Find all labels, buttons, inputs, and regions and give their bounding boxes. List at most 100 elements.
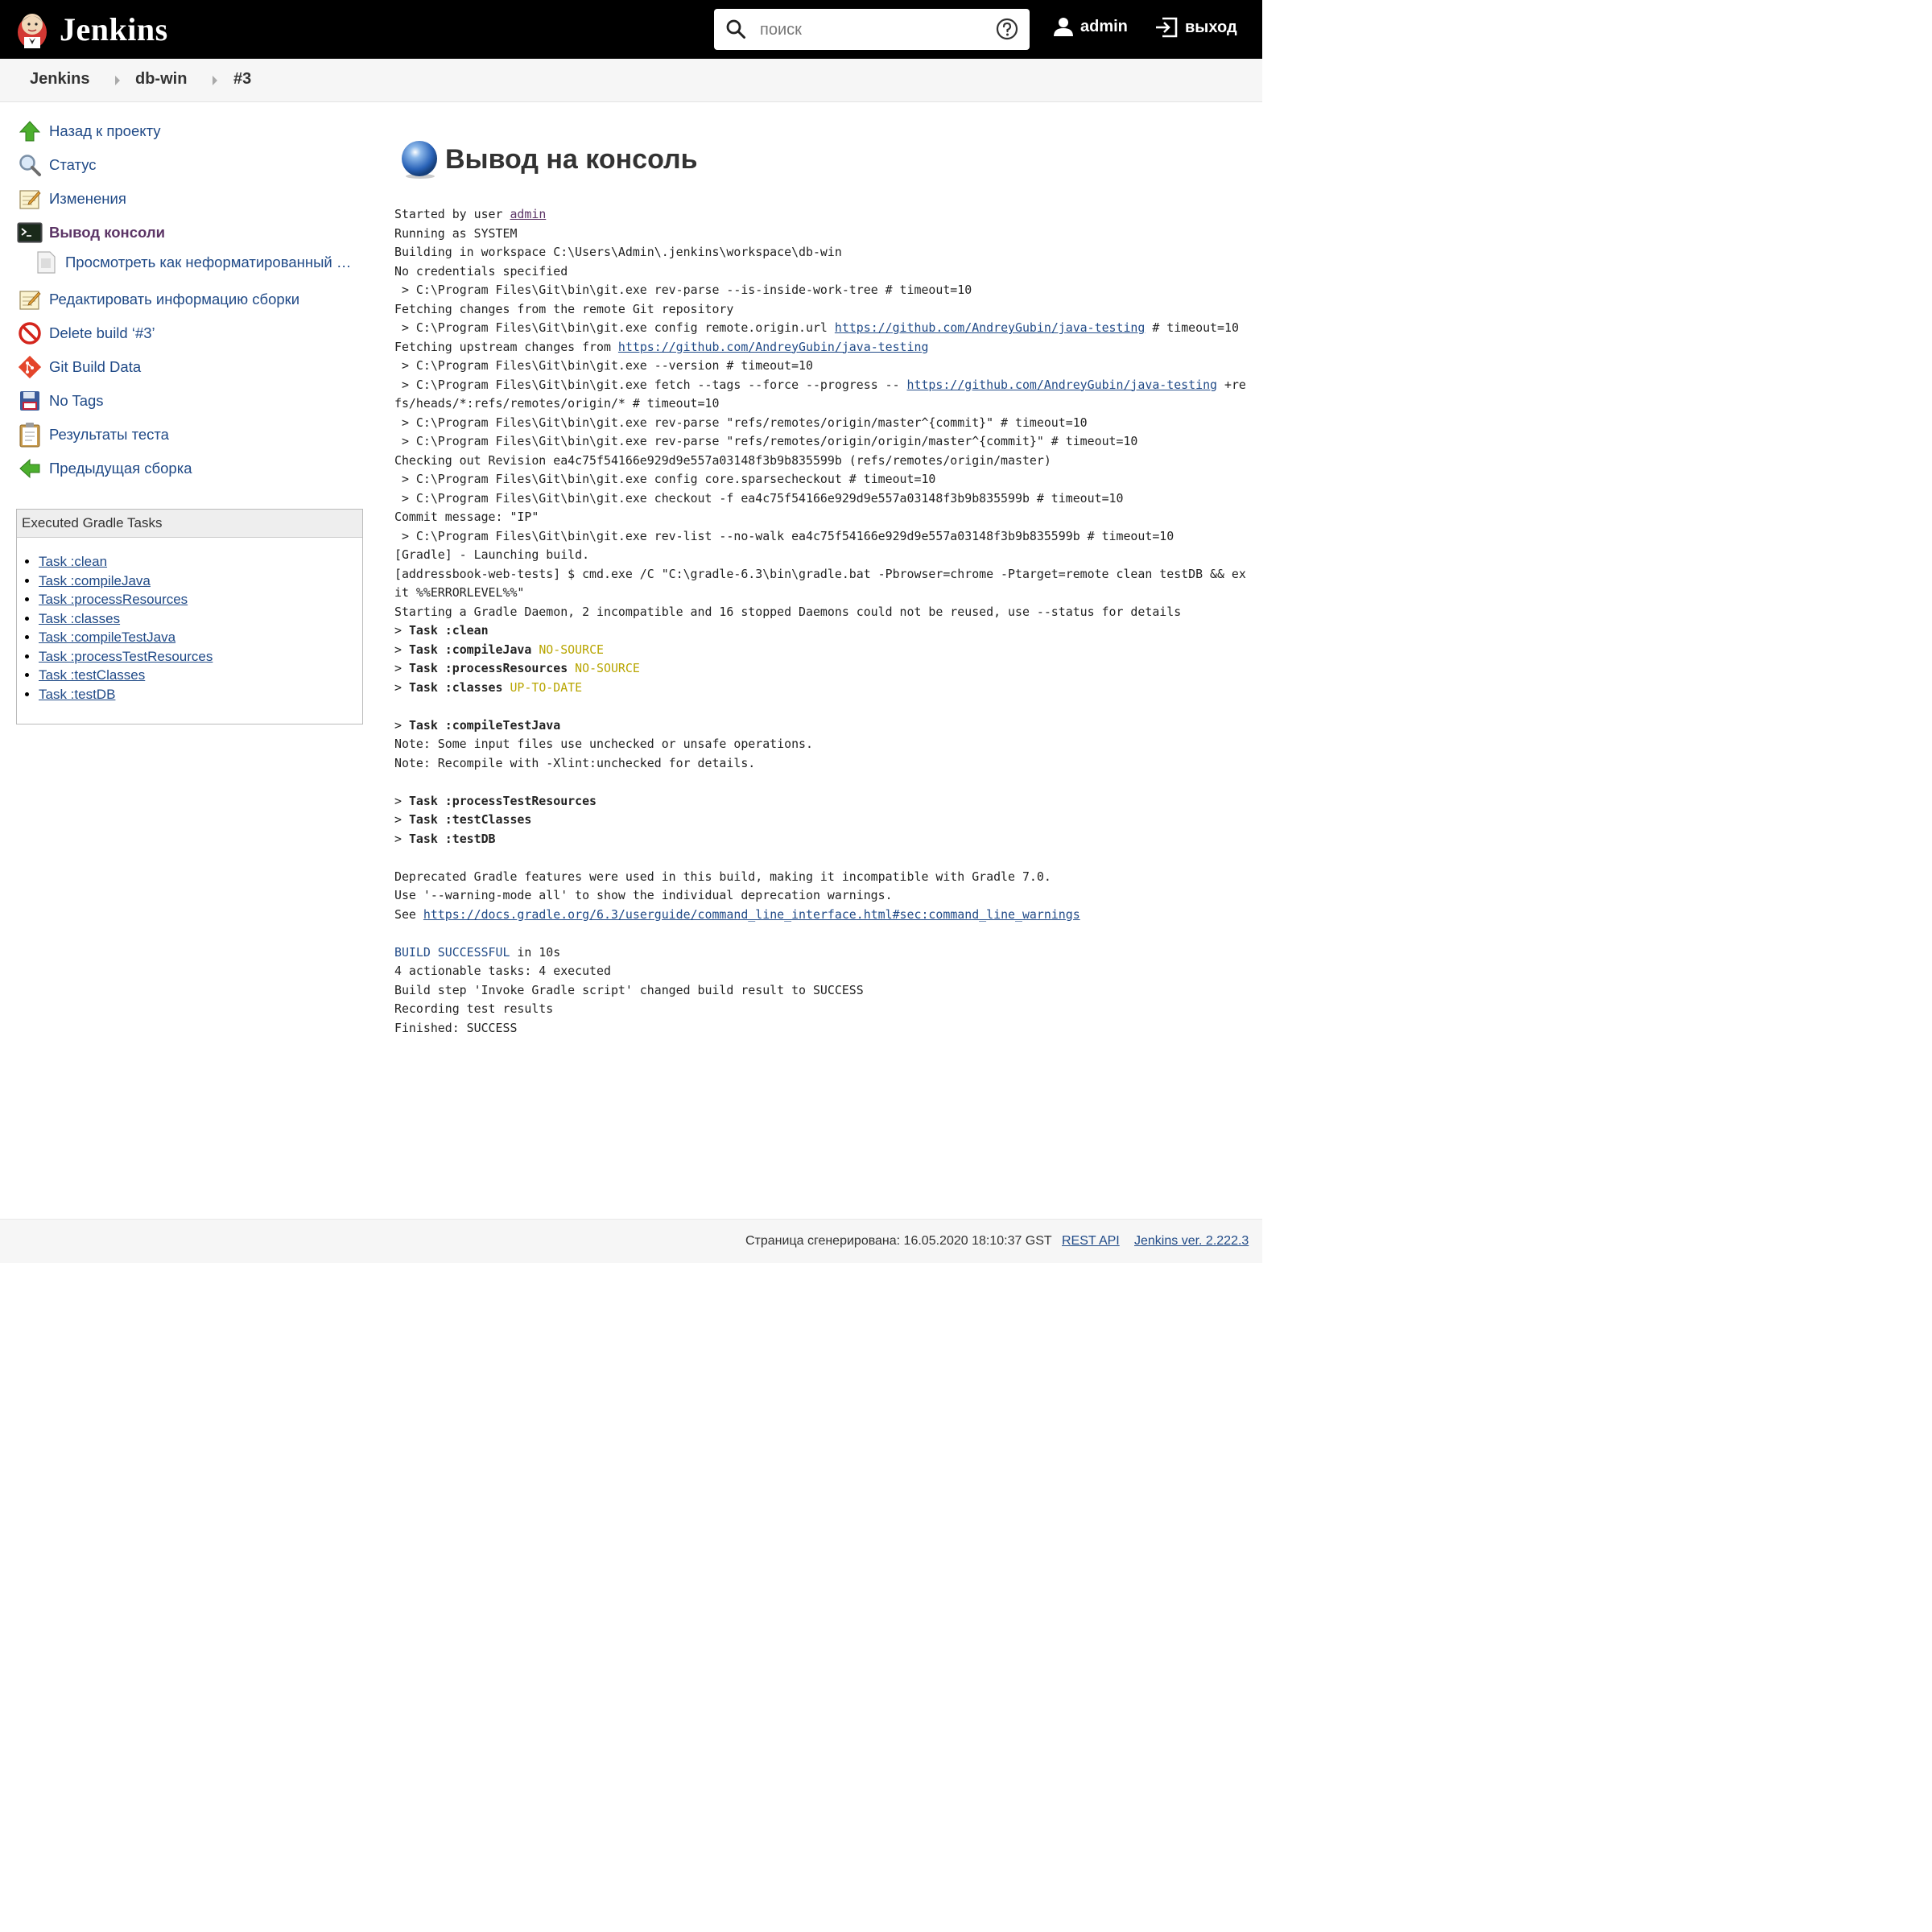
gradle-task-link[interactable]: Task :compileTestJava — [39, 630, 175, 645]
user-name: admin — [1080, 17, 1128, 35]
console-line: [addressbook-web-tests] $ cmd.exe /C "C:… — [394, 567, 1246, 601]
gradle-task-link[interactable]: Task :testDB — [39, 687, 115, 702]
search-input[interactable] — [758, 17, 979, 43]
console-text: [addressbook-web-tests] $ cmd.exe /C "C:… — [394, 566, 1246, 601]
console-user-link[interactable]: admin — [510, 207, 546, 221]
list-item: Task :clean — [39, 552, 362, 572]
sidebar-item-edit-build-info[interactable]: Редактировать информацию сборки — [16, 285, 299, 314]
console-line: See https://docs.gradle.org/6.3/userguid… — [394, 907, 1080, 922]
jenkins-logo[interactable]: Jenkins — [14, 8, 168, 50]
sidebar-item-status[interactable]: Статус — [16, 151, 96, 180]
gradle-task-link[interactable]: Task :testClasses — [39, 667, 145, 683]
console-text: Fetching upstream changes from — [394, 339, 618, 354]
console-text: Use '--warning-mode all' to show the ind… — [394, 888, 893, 902]
rest-api-link[interactable]: REST API — [1062, 1234, 1120, 1249]
sidebar-item-console-output[interactable]: Вывод консоли — [16, 218, 165, 247]
gradle-tasks-panel: Executed Gradle Tasks Task :clean Task :… — [16, 509, 363, 724]
sidebar-item-label: Delete build ‘#3’ — [49, 324, 155, 341]
sidebar-item-label: Редактировать информацию сборки — [49, 291, 300, 308]
gradle-task-link[interactable]: Task :classes — [39, 611, 120, 626]
console-line: > Task :compileTestJava — [394, 718, 560, 733]
console-task-status: NO-SOURCE — [539, 642, 604, 657]
console-text: Starting a Gradle Daemon, 2 incompatible… — [394, 604, 1182, 619]
console-text: > — [394, 642, 409, 657]
notepad-icon — [16, 185, 43, 213]
breadcrumb-separator-icon — [213, 76, 217, 85]
sidebar-item-label: Git Build Data — [49, 358, 142, 375]
list-item: Task :processResources — [39, 590, 362, 609]
no-entry-icon — [16, 320, 43, 347]
console-text: See — [394, 906, 423, 922]
console-output: Started by user admin Running as SYSTEM … — [394, 205, 1248, 1038]
sidebar-item-changes[interactable]: Изменения — [16, 184, 126, 213]
console-url-link[interactable]: https://github.com/AndreyGubin/java-test… — [907, 378, 1218, 392]
console-line: > Task :testClasses — [394, 812, 531, 827]
console-text: > — [394, 679, 409, 695]
console-text: > — [394, 717, 409, 733]
breadcrumb-separator-icon — [115, 76, 120, 85]
gradle-task-link[interactable]: Task :clean — [39, 554, 107, 569]
console-line: > Task :processTestResources — [394, 794, 597, 808]
console-text: > — [394, 793, 409, 808]
brand-name: Jenkins — [60, 10, 168, 47]
console-text: Build step 'Invoke Gradle script' change… — [394, 982, 864, 997]
console-url-link[interactable]: https://docs.gradle.org/6.3/userguide/co… — [423, 907, 1080, 922]
blue-status-ball-icon — [402, 141, 437, 179]
console-line: > Task :classes UP-TO-DATE — [394, 680, 582, 695]
console-text: > C:\Program Files\Git\bin\git.exe rev-p… — [394, 434, 1138, 448]
breadcrumb-project[interactable]: db-win — [135, 70, 187, 89]
page-header: Вывод на консоль — [398, 138, 698, 180]
console-text: > — [394, 623, 409, 638]
console-line: Use '--warning-mode all' to show the ind… — [394, 888, 893, 902]
list-item: Task :compileJava — [39, 572, 362, 591]
gradle-tasks-list: Task :clean Task :compileJava Task :proc… — [17, 552, 362, 704]
console-text: Fetching changes from the remote Git rep… — [394, 301, 734, 316]
jenkins-butler-icon — [18, 14, 47, 48]
console-line: No credentials specified — [394, 264, 568, 279]
console-text: Note: Some input files use unchecked or … — [394, 737, 813, 751]
notepad-icon — [16, 286, 43, 313]
sidebar-item-label: Результаты теста — [49, 426, 169, 443]
user-link[interactable]: admin — [1053, 16, 1128, 37]
sidebar-item-previous-build[interactable]: Предыдущая сборка — [16, 454, 192, 483]
console-line: Deprecated Gradle features were used in … — [394, 869, 1051, 884]
logout-link[interactable]: выход — [1154, 16, 1237, 39]
console-line: > Task :processResources NO-SOURCE — [394, 661, 640, 675]
left-arrow-icon — [16, 455, 43, 482]
console-line: BUILD SUCCESSFUL in 10s — [394, 945, 560, 960]
sidebar-item-delete-build[interactable]: Delete build ‘#3’ — [16, 319, 155, 348]
console-line: > C:\Program Files\Git\bin\git.exe fetch… — [394, 378, 1246, 411]
page-generated-timestamp: Страница сгенерирована: 16.05.2020 18:10… — [745, 1234, 1052, 1248]
breadcrumb: Jenkins db-win #3 — [0, 59, 1262, 102]
console-line: Recording test results — [394, 1001, 553, 1016]
sidebar-item-no-tags[interactable]: No Tags — [16, 386, 104, 415]
console-text: > C:\Program Files\Git\bin\git.exe confi… — [394, 320, 835, 335]
sidebar-item-test-results[interactable]: Результаты теста — [16, 420, 169, 449]
console-line: > C:\Program Files\Git\bin\git.exe confi… — [394, 472, 935, 486]
console-text: Commit message: "IP" — [394, 510, 539, 524]
console-task-name: Task :processResources — [408, 661, 568, 675]
jenkins-version-link[interactable]: Jenkins ver. 2.222.3 — [1134, 1234, 1249, 1249]
user-icon — [1054, 18, 1073, 36]
console-task-name: Task :testClasses — [408, 812, 532, 827]
breadcrumb-build[interactable]: #3 — [233, 70, 251, 89]
console-url-link[interactable]: https://github.com/AndreyGubin/java-test… — [835, 320, 1146, 335]
sidebar-item-git-build-data[interactable]: Git Build Data — [16, 353, 141, 382]
sidebar-item-back-to-project[interactable]: Назад к проекту — [16, 117, 161, 146]
list-item: Task :testDB — [39, 685, 362, 704]
gradle-tasks-title: Executed Gradle Tasks — [17, 510, 362, 538]
list-item: Task :testClasses — [39, 666, 362, 685]
help-icon[interactable] — [996, 18, 1018, 40]
console-line: > C:\Program Files\Git\bin\git.exe rev-p… — [394, 415, 1088, 430]
sidebar-item-view-plain-text[interactable]: Просмотреть как неформатированный т… — [32, 248, 355, 277]
console-text: > C:\Program Files\Git\bin\git.exe fetch… — [394, 377, 907, 392]
console-build-result: BUILD SUCCESSFUL — [394, 944, 510, 960]
footer: Страница сгенерирована: 16.05.2020 18:10… — [0, 1219, 1262, 1263]
console-text: No credentials specified — [394, 263, 568, 279]
gradle-task-link[interactable]: Task :processTestResources — [39, 649, 213, 664]
console-text: Running as SYSTEM — [394, 225, 518, 241]
breadcrumb-jenkins[interactable]: Jenkins — [30, 70, 89, 89]
gradle-task-link[interactable]: Task :compileJava — [39, 573, 151, 588]
gradle-task-link[interactable]: Task :processResources — [39, 592, 188, 607]
console-url-link[interactable]: https://github.com/AndreyGubin/java-test… — [618, 340, 929, 354]
